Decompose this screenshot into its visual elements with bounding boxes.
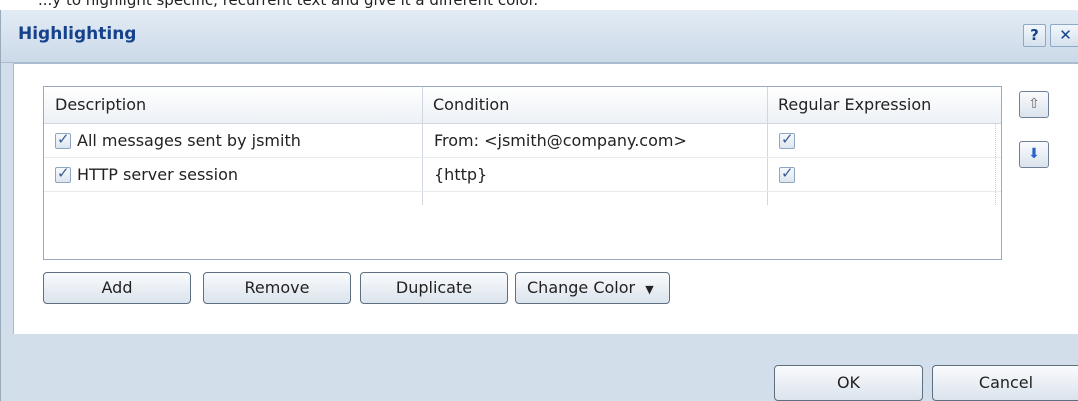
row-regex-checkbox[interactable]: ✓ <box>779 130 795 149</box>
add-button[interactable]: Add <box>43 272 191 304</box>
change-color-label: Change Color <box>527 278 636 297</box>
row-condition: {http} <box>434 165 488 184</box>
column-header-description[interactable]: Description <box>44 87 422 123</box>
change-color-button[interactable]: Change Color ▼ <box>515 272 670 304</box>
close-icon: ✕ <box>1059 26 1072 44</box>
row-regex-checkbox[interactable]: ✓ <box>779 164 795 183</box>
help-button[interactable]: ? <box>1023 24 1046 47</box>
question-icon: ? <box>1030 26 1039 44</box>
check-icon: ✓ <box>57 164 70 182</box>
ok-button[interactable]: OK <box>774 365 923 401</box>
table-row[interactable]: ✓ HTTP server session {http} ✓ <box>44 158 1001 192</box>
column-header-condition[interactable]: Condition <box>422 87 767 123</box>
row-description: HTTP server session <box>77 165 238 184</box>
check-icon: ✓ <box>781 130 794 148</box>
dialog-title: Highlighting <box>18 24 137 44</box>
row-condition: From: <jsmith@company.com> <box>434 131 687 150</box>
arrow-up-icon: ⇧ <box>1028 96 1040 112</box>
row-description: All messages sent by jsmith <box>77 131 301 150</box>
content-panel: Description Condition Regular Expression… <box>13 63 1078 334</box>
move-down-button[interactable]: ⬇ <box>1019 141 1049 168</box>
dialog-titlebar: Highlighting ? ✕ <box>1 10 1078 63</box>
row-enabled-checkbox[interactable]: ✓ <box>55 130 71 149</box>
table-header: Description Condition Regular Expression <box>44 87 1001 124</box>
highlight-rules-table: Description Condition Regular Expression… <box>43 86 1002 260</box>
check-icon: ✓ <box>781 164 794 182</box>
duplicate-button[interactable]: Duplicate <box>360 272 508 304</box>
caret-down-icon: ▼ <box>645 283 654 296</box>
close-button[interactable]: ✕ <box>1050 24 1078 47</box>
move-up-button[interactable]: ⇧ <box>1019 91 1049 118</box>
remove-button[interactable]: Remove <box>203 272 351 304</box>
row-enabled-checkbox[interactable]: ✓ <box>55 164 71 183</box>
highlighting-dialog: Highlighting ? ✕ Description Condition R… <box>0 10 1078 401</box>
table-row[interactable]: ✓ All messages sent by jsmith From: <jsm… <box>44 124 1001 158</box>
arrow-down-icon: ⬇ <box>1028 146 1040 162</box>
cancel-button[interactable]: Cancel <box>932 365 1078 401</box>
check-icon: ✓ <box>57 130 70 148</box>
column-header-regular-expression[interactable]: Regular Expression <box>767 87 1001 123</box>
